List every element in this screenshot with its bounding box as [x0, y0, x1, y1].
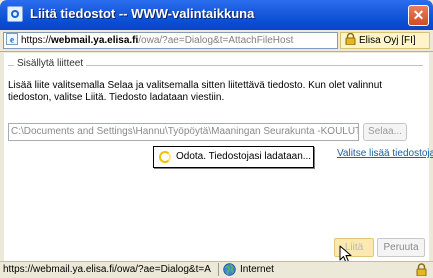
address-field[interactable]: e https://webmail.ya.elisa.fi/owa/?ae=Di…	[3, 32, 338, 49]
loading-text: Odota. Tiedostojasi ladataan...	[176, 151, 312, 162]
spinner-icon	[159, 151, 171, 163]
svg-text:e: e	[10, 35, 14, 45]
ie-page-icon: e	[6, 33, 18, 46]
add-more-files-link[interactable]: Valitse lisää tiedostoja	[337, 148, 433, 159]
file-path-input[interactable]: C:\Documents and Settings\Hannu\Työpöytä…	[8, 123, 359, 141]
status-url: https://webmail.ya.elisa.fi/owa/?ae=Dial…	[3, 264, 211, 275]
instructions-text: Lisää liite valitsemalla Selaa ja valits…	[8, 80, 383, 103]
globe-icon	[223, 263, 236, 276]
certificate-indicator[interactable]: Elisa Oyj [FI]	[340, 32, 430, 49]
address-host: webmail.ya.elisa.fi	[51, 35, 139, 46]
browse-button[interactable]: Selaa...	[363, 123, 407, 141]
close-button[interactable]: ✕	[408, 5, 429, 26]
group-label: Sisällytä liitteet	[14, 58, 87, 69]
title-bar[interactable]: Liitä tiedostot -- WWW-valintaikkuna ✕	[0, 0, 433, 30]
address-path: /owa/?ae=Dialog&t=AttachFileHost	[138, 35, 294, 46]
status-divider	[218, 263, 219, 276]
status-bar: https://webmail.ya.elisa.fi/owa/?ae=Dial…	[0, 261, 433, 278]
ie-dialog-icon	[7, 6, 23, 22]
address-scheme: https://	[21, 35, 52, 46]
padlock-icon	[345, 33, 356, 46]
certificate-owner: Elisa Oyj [FI]	[359, 35, 416, 46]
dialog-window: Liitä tiedostot -- WWW-valintaikkuna ✕ e…	[0, 0, 433, 278]
padlock-icon	[416, 263, 427, 276]
window-title: Liitä tiedostot -- WWW-valintaikkuna	[30, 6, 255, 21]
security-zone: Internet	[240, 264, 274, 275]
dialog-content: Sisällytä liitteet Lisää liite valitsema…	[4, 53, 433, 263]
address-bar: e https://webmail.ya.elisa.fi/owa/?ae=Di…	[0, 30, 433, 52]
loading-indicator: Odota. Tiedostojasi ladataan...	[153, 146, 314, 168]
cancel-button[interactable]: Peruuta	[377, 238, 425, 257]
